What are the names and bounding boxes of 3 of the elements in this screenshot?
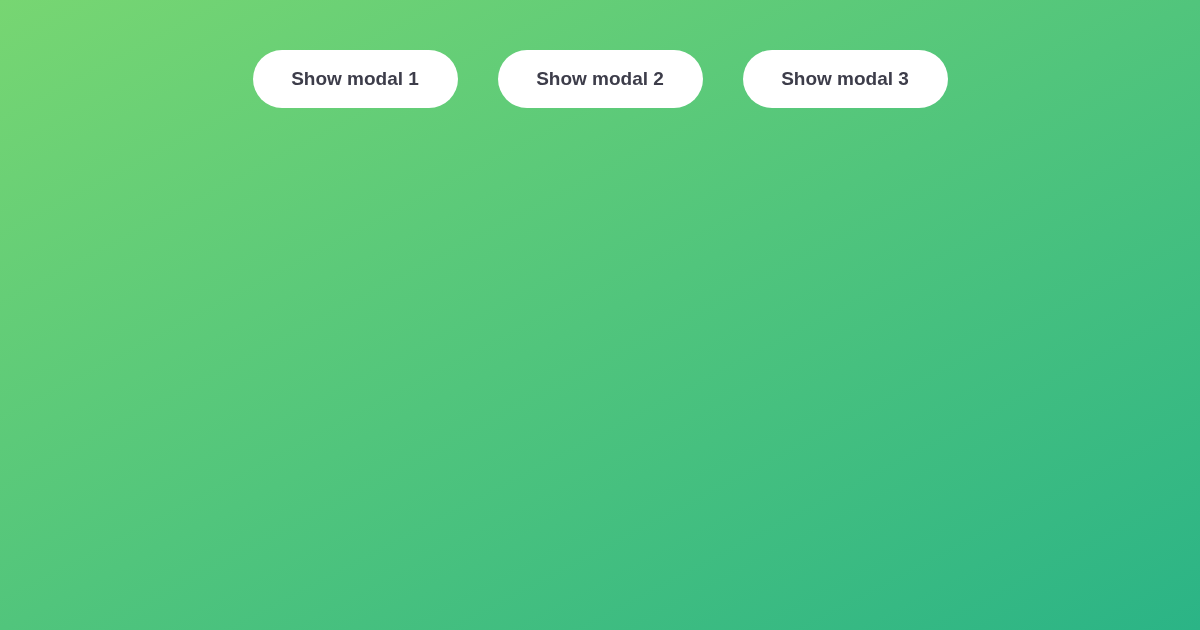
- show-modal-button[interactable]: Show modal 2: [497, 50, 703, 108]
- show-modal-button[interactable]: Show modal 3: [742, 50, 948, 108]
- show-modal-button[interactable]: Show modal 1: [252, 50, 458, 108]
